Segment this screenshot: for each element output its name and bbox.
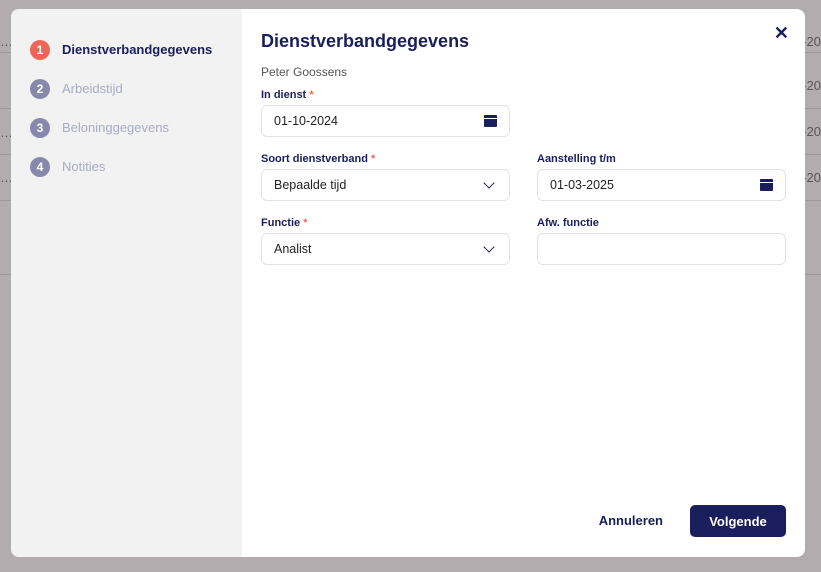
bg-cell: -20: [802, 34, 821, 49]
step-notities[interactable]: 4 Notities: [11, 147, 242, 186]
chevron-down-icon: [483, 177, 495, 189]
step-label: Notities: [62, 159, 106, 174]
close-icon[interactable]: ✕: [774, 23, 789, 44]
step-label: Dienstverbandgegevens: [62, 42, 213, 57]
aanstelling-field: Aanstelling t/m 01-03-2025: [537, 153, 786, 201]
soort-dienstverband-field: Soort dienstverband * Bepaalde tijd: [261, 153, 510, 201]
required-marker: *: [370, 153, 376, 165]
select-value: Bepaalde tijd: [274, 178, 347, 192]
step-arbeidstijd[interactable]: 2 Arbeidstijd: [11, 69, 242, 108]
field-label: Functie: [261, 217, 301, 229]
step-number: 1: [30, 39, 50, 60]
step-number: 2: [30, 78, 50, 99]
in-dienst-input[interactable]: 01-10-2024: [261, 105, 510, 137]
employee-name: Peter Goossens: [261, 65, 348, 79]
field-label: Aanstelling t/m: [537, 153, 616, 165]
in-dienst-field: In dienst * 01-10-2024: [261, 89, 510, 137]
afw-functie-input[interactable]: [537, 233, 786, 265]
required-marker: *: [309, 89, 314, 101]
functie-select[interactable]: Analist: [261, 233, 510, 265]
chevron-down-icon: [483, 241, 495, 253]
select-value: Analist: [274, 242, 312, 256]
bg-cell: -20: [802, 124, 821, 139]
field-label: Soort dienstverband: [261, 153, 368, 165]
step-number: 4: [30, 156, 50, 177]
form-panel: ✕ Dienstverbandgegevens Peter Goossens I…: [242, 9, 805, 557]
bg-cell: -20: [802, 170, 821, 185]
step-dienstverband[interactable]: 1 Dienstverbandgegevens: [11, 30, 242, 69]
step-number: 3: [30, 117, 50, 138]
step-label: Beloninggegevens: [62, 120, 169, 135]
calendar-icon[interactable]: [760, 179, 773, 191]
input-value: 01-03-2025: [550, 178, 614, 192]
field-label: Afw. functie: [537, 217, 599, 229]
step-label: Arbeidstijd: [62, 81, 123, 96]
calendar-icon[interactable]: [484, 115, 497, 127]
cancel-button[interactable]: Annuleren: [599, 505, 663, 537]
dialog: 1 Dienstverbandgegevens 2 Arbeidstijd 3 Bel…: [11, 9, 805, 557]
field-label: In dienst: [261, 89, 307, 101]
required-marker: *: [303, 217, 308, 229]
input-value: 01-10-2024: [274, 114, 338, 128]
next-button[interactable]: Volgende: [690, 505, 786, 537]
stepper: 1 Dienstverbandgegevens 2 Arbeidstijd 3 Bel…: [11, 9, 242, 557]
page-title: Dienstverbandgegevens: [261, 31, 470, 51]
soort-dienstverband-select[interactable]: Bepaalde tijd: [261, 169, 510, 201]
step-beloning[interactable]: 3 Beloninggegevens: [11, 108, 242, 147]
functie-field: Functie * Analist: [261, 217, 510, 265]
bg-cell: -20: [802, 78, 821, 93]
aanstelling-input[interactable]: 01-03-2025: [537, 169, 786, 201]
afw-functie-field: Afw. functie: [537, 217, 786, 265]
